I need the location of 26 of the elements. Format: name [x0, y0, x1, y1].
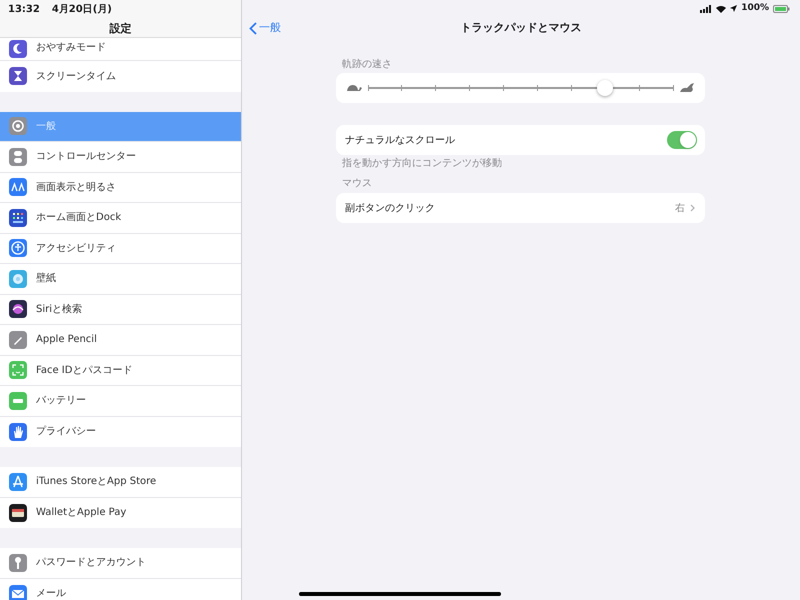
sidebar-item[interactable]: アクセシビリティ [0, 234, 241, 264]
back-button[interactable]: 一般 [249, 20, 281, 36]
sidebar-item[interactable]: Face IDとパスコード [0, 356, 241, 386]
sidebar-title: 設定 [110, 21, 132, 37]
section-caption: マウス [341, 177, 373, 191]
speed-slider[interactable] [368, 80, 673, 96]
chevron-left-icon [249, 22, 257, 34]
page-title: トラックパッドとマウス [460, 20, 582, 36]
toggle-switch[interactable] [667, 131, 697, 149]
sidebar-item[interactable]: メール [0, 578, 241, 600]
sidebar-item[interactable]: 画面表示と明るさ [0, 172, 241, 203]
settings-row[interactable]: ナチュラルなスクロール [336, 125, 705, 155]
status-time: 13:32 [8, 3, 40, 17]
chevron-right-icon [690, 204, 695, 212]
battery-icon [773, 4, 790, 12]
status-date: 4月20日(月) [52, 3, 112, 17]
settings-row[interactable]: 副ボタンのクリック 右 [336, 193, 705, 223]
wifi-icon [716, 4, 726, 12]
sidebar-item[interactable]: おやすみモード [0, 38, 241, 61]
sidebar-item[interactable]: Siriと検索 [0, 294, 241, 325]
location-icon [730, 5, 738, 12]
signal-icon [700, 4, 712, 12]
battery-percentage: 100% [741, 2, 769, 15]
footnote: 指を動かす方向にコンテンツが移動 [341, 157, 503, 171]
slider-thumb[interactable] [597, 80, 614, 96]
section-caption: 軌跡の速さ [341, 58, 393, 72]
